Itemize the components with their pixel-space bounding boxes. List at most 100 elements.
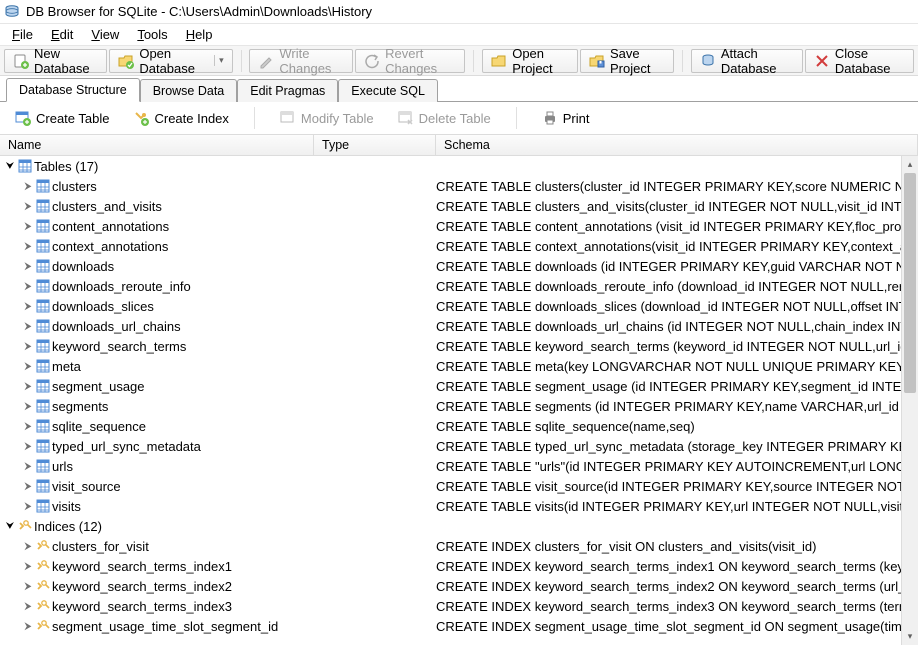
expand-arrow-icon[interactable]: ⮞ — [22, 241, 34, 252]
attach-database-icon — [700, 53, 716, 69]
menu-help[interactable]: Help — [178, 25, 221, 44]
table-row[interactable]: ⮞visit_sourceCREATE TABLE visit_source(i… — [0, 476, 918, 496]
expand-arrow-icon[interactable]: ⮞ — [22, 301, 34, 312]
expand-arrow-icon[interactable]: ⮞ — [22, 221, 34, 232]
open-database-button[interactable]: Open Database ▾ — [109, 49, 232, 73]
menu-edit[interactable]: Edit — [43, 25, 81, 44]
expand-arrow-icon[interactable]: ⮞ — [22, 561, 34, 572]
expand-arrow-icon[interactable]: ⮞ — [22, 401, 34, 412]
expand-arrow-icon[interactable]: ⮟ — [4, 161, 16, 172]
expand-arrow-icon[interactable]: ⮞ — [22, 341, 34, 352]
index-row[interactable]: ⮞keyword_search_terms_index3CREATE INDEX… — [0, 596, 918, 616]
table-row[interactable]: ⮞clusters_and_visitsCREATE TABLE cluster… — [0, 196, 918, 216]
menu-file[interactable]: File — [4, 25, 41, 44]
group-tables[interactable]: ⮟ Tables (17) — [0, 156, 918, 176]
group-indices[interactable]: ⮟Indices (12) — [0, 516, 918, 536]
tab-browse-data[interactable]: Browse Data — [140, 79, 238, 102]
menu-view[interactable]: View — [83, 25, 127, 44]
table-row[interactable]: ⮞urlsCREATE TABLE "urls"(id INTEGER PRIM… — [0, 456, 918, 476]
table-row[interactable]: ⮞sqlite_sequenceCREATE TABLE sqlite_sequ… — [0, 416, 918, 436]
modify-table-button[interactable]: Modify Table — [271, 106, 383, 130]
table-row[interactable]: ⮞ segments CREATE TABLE segments (id INTEG… — [0, 396, 918, 416]
scroll-down-button[interactable]: ▾ — [902, 628, 918, 645]
table-row[interactable]: ⮞visitsCREATE TABLE visits(id INTEGER PR… — [0, 496, 918, 516]
table-row[interactable]: ⮞content_annotationsCREATE TABLE content… — [0, 216, 918, 236]
index-schema: CREATE INDEX keyword_search_terms_index3… — [436, 599, 918, 614]
tab-database-structure[interactable]: Database Structure — [6, 78, 140, 102]
open-database-icon — [118, 53, 134, 69]
table-name: meta — [52, 359, 81, 374]
main-toolbar: New Database Open Database ▾ Write Chang… — [0, 46, 918, 76]
tree-area: ⮟Tables (17)⮞clustersCREATE TABLE cluste… — [0, 156, 918, 645]
table-row[interactable]: ⮞ keyword_search_terms CREATE TABLE keywor… — [0, 336, 918, 356]
expand-arrow-icon[interactable]: ⮞ — [22, 621, 34, 632]
delete-table-button[interactable]: Delete Table — [389, 106, 500, 130]
table-name: clusters — [52, 179, 97, 194]
save-project-icon — [589, 53, 605, 69]
create-table-button[interactable]: Create Table — [6, 106, 118, 130]
expand-arrow-icon[interactable]: ⮞ — [22, 481, 34, 492]
table-row[interactable]: ⮞downloadsCREATE TABLE downloads (id INT… — [0, 256, 918, 276]
attach-database-button[interactable]: Attach Database — [691, 49, 803, 73]
expand-arrow-icon[interactable]: ⮞ — [22, 421, 34, 432]
expand-arrow-icon[interactable]: ⮞ — [22, 201, 34, 212]
column-header-schema[interactable]: Schema — [436, 135, 918, 155]
expand-arrow-icon[interactable]: ⮞ — [22, 261, 34, 272]
table-schema: CREATE TABLE keyword_search_terms (keywo… — [436, 339, 918, 354]
expand-arrow-icon[interactable]: ⮞ — [22, 381, 34, 392]
close-database-button[interactable]: Close Database — [805, 49, 914, 73]
column-header-name[interactable]: Name — [0, 135, 314, 155]
group-tables-label: Tables (17) — [34, 159, 98, 174]
index-row[interactable]: ⮞keyword_search_terms_index2CREATE INDEX… — [0, 576, 918, 596]
index-name: keyword_search_terms_index1 — [52, 559, 232, 574]
expand-arrow-icon[interactable]: ⮞ — [22, 321, 34, 332]
index-icon — [34, 619, 52, 633]
table-icon — [34, 419, 52, 433]
expand-arrow-icon[interactable]: ⮞ — [22, 281, 34, 292]
expand-arrow-icon[interactable]: ⮞ — [22, 361, 34, 372]
print-button[interactable]: Print — [533, 106, 599, 130]
table-row[interactable]: ⮞downloads_slicesCREATE TABLE downloads_… — [0, 296, 918, 316]
menu-tools[interactable]: Tools — [129, 25, 175, 44]
expand-arrow-icon[interactable]: ⮞ — [22, 581, 34, 592]
revert-changes-button[interactable]: Revert Changes — [355, 49, 465, 73]
index-schema: CREATE INDEX keyword_search_terms_index2… — [436, 579, 918, 594]
table-name: keyword_search_terms — [52, 339, 186, 354]
table-row[interactable]: ⮞clustersCREATE TABLE clusters(cluster_i… — [0, 176, 918, 196]
scroll-thumb[interactable] — [904, 173, 916, 393]
expand-arrow-icon[interactable]: ⮟ — [4, 521, 16, 532]
expand-arrow-icon[interactable]: ⮞ — [22, 181, 34, 192]
expand-arrow-icon[interactable]: ⮞ — [22, 441, 34, 452]
index-row[interactable]: ⮞keyword_search_terms_index1CREATE INDEX… — [0, 556, 918, 576]
table-name: segments — [52, 399, 108, 414]
expand-arrow-icon[interactable]: ⮞ — [22, 601, 34, 612]
index-row[interactable]: ⮞segment_usage_time_slot_segment_idCREAT… — [0, 616, 918, 636]
table-row[interactable]: ⮞metaCREATE TABLE meta(key LONGVARCHAR N… — [0, 356, 918, 376]
expand-arrow-icon[interactable]: ⮞ — [22, 541, 34, 552]
table-row[interactable]: ⮞downloads_reroute_infoCREATE TABLE down… — [0, 276, 918, 296]
new-database-button[interactable]: New Database — [4, 49, 107, 73]
table-row[interactable]: ⮞context_annotationsCREATE TABLE context… — [0, 236, 918, 256]
table-row[interactable]: ⮞downloads_url_chainsCREATE TABLE downlo… — [0, 316, 918, 336]
table-schema: CREATE TABLE segments (id INTEGER PRIMAR… — [436, 399, 918, 414]
write-changes-button[interactable]: Write Changes — [249, 49, 353, 73]
table-icon — [34, 439, 52, 453]
create-index-button[interactable]: Create Index — [124, 106, 237, 130]
open-database-dropdown[interactable]: ▾ — [214, 55, 224, 66]
tab-edit-pragmas[interactable]: Edit Pragmas — [237, 79, 338, 102]
index-row[interactable]: ⮞clusters_for_visitCREATE INDEX clusters… — [0, 536, 918, 556]
index-schema: CREATE INDEX segment_usage_time_slot_seg… — [436, 619, 918, 634]
table-icon — [34, 319, 52, 333]
tab-execute-sql[interactable]: Execute SQL — [338, 79, 438, 102]
expand-arrow-icon[interactable]: ⮞ — [22, 501, 34, 512]
save-project-button[interactable]: Save Project — [580, 49, 674, 73]
table-row[interactable]: ⮞typed_url_sync_metadataCREATE TABLE typ… — [0, 436, 918, 456]
table-schema: CREATE TABLE content_annotations (visit_… — [436, 219, 918, 234]
expand-arrow-icon[interactable]: ⮞ — [22, 461, 34, 472]
open-project-button[interactable]: Open Project — [482, 49, 578, 73]
column-header-type[interactable]: Type — [314, 135, 436, 155]
table-row[interactable]: ⮞segment_usageCREATE TABLE segment_usage… — [0, 376, 918, 396]
vertical-scrollbar[interactable]: ▴ ▾ — [901, 156, 918, 645]
scroll-up-button[interactable]: ▴ — [902, 156, 918, 173]
table-icon — [34, 399, 52, 413]
